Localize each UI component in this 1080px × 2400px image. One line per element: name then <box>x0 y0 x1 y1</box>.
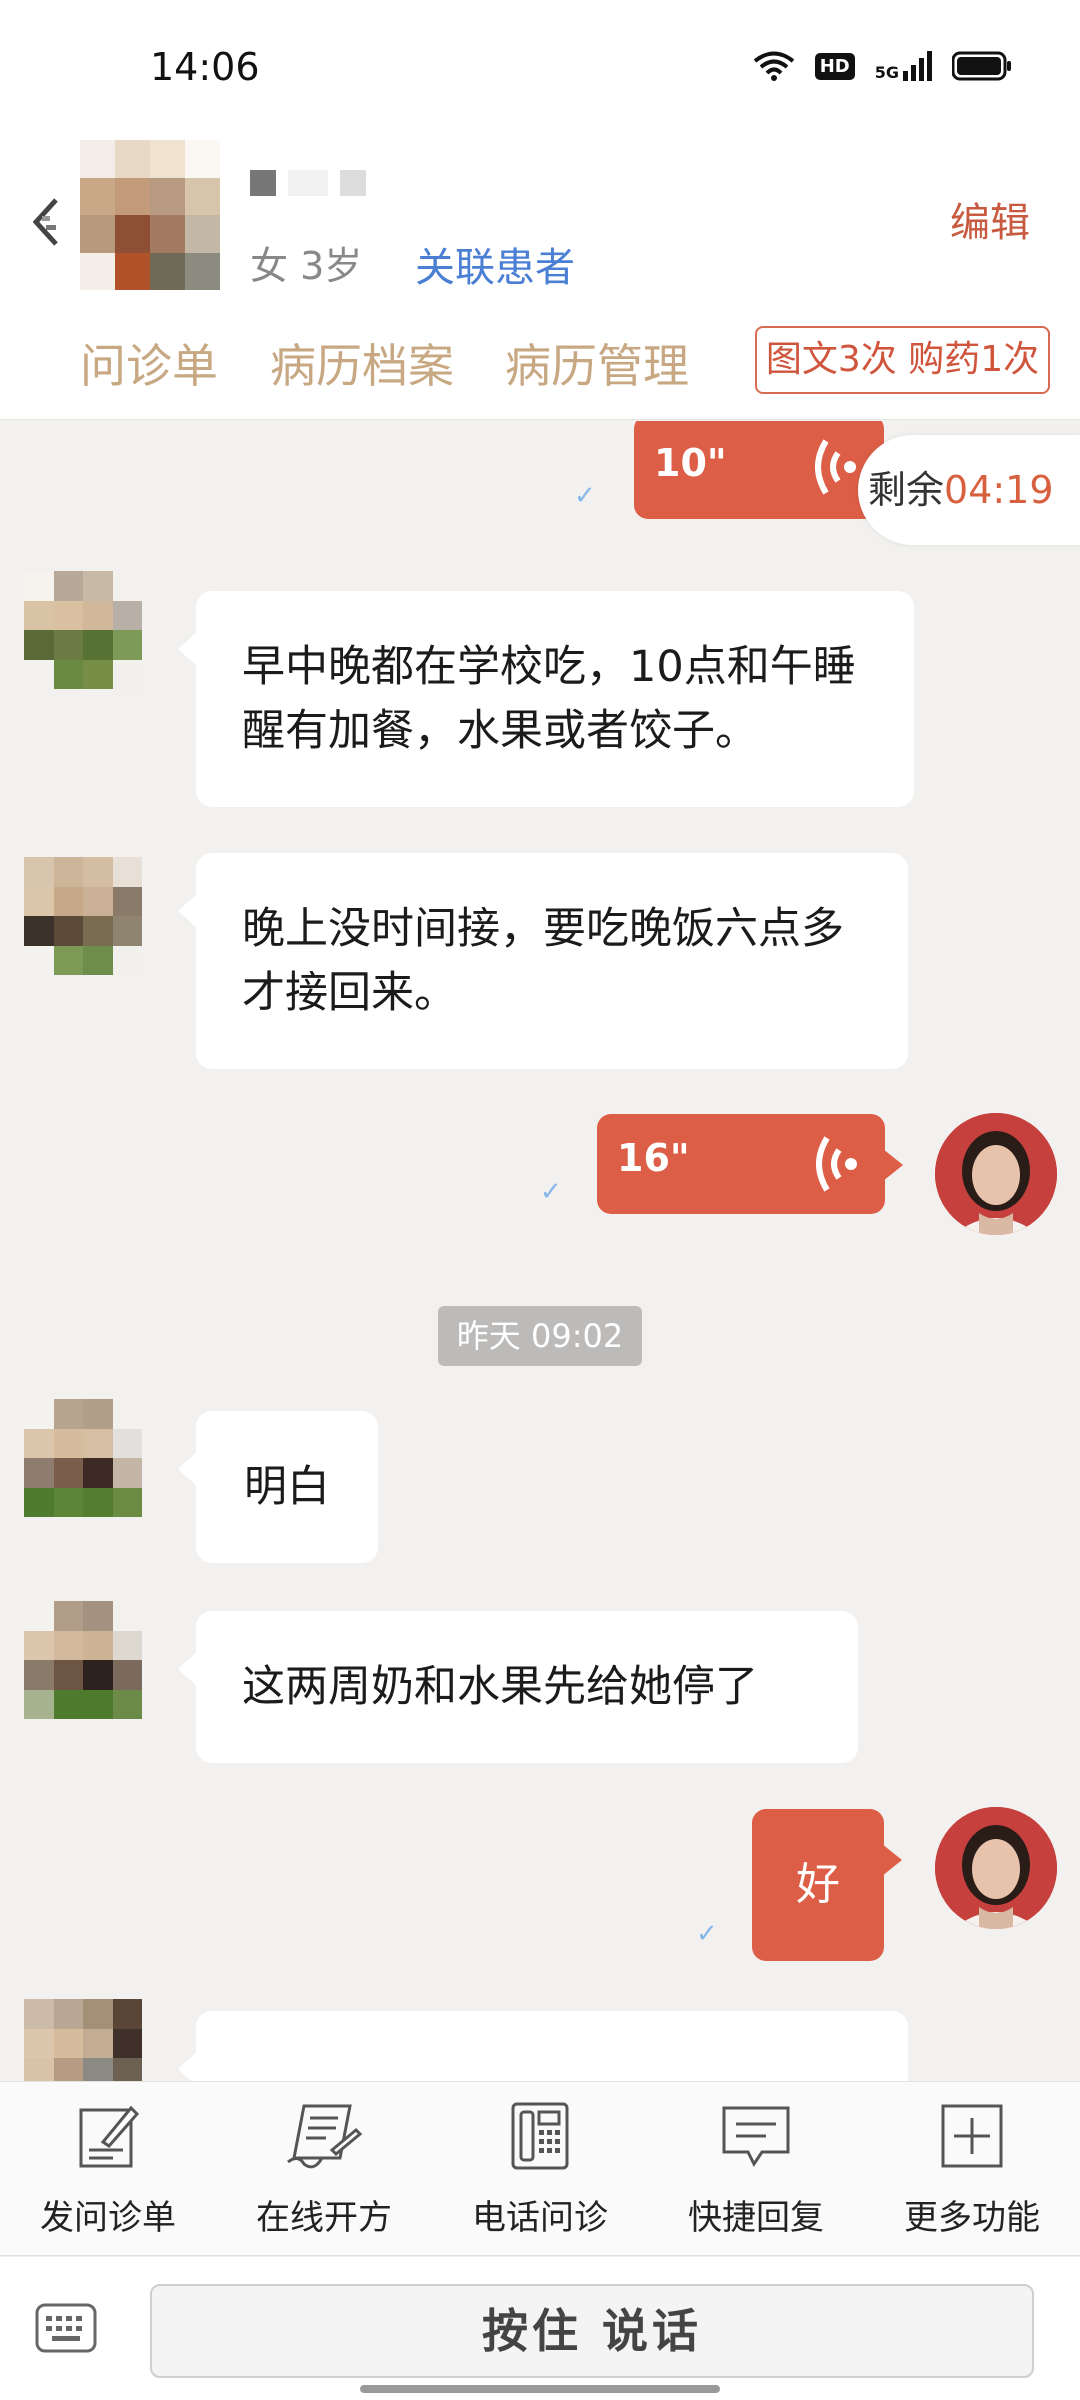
more-functions-button[interactable]: 更多功能 <box>864 2100 1080 2239</box>
remaining-time: 04:19 <box>944 468 1054 512</box>
quick-reply-icon <box>722 2106 790 2167</box>
read-check-icon: ✓ <box>540 1177 562 1207</box>
send-consult-form-button[interactable]: 发问诊单 <box>0 2100 216 2239</box>
link-patient-button[interactable]: 关联患者 <box>415 235 575 293</box>
remaining-label: 剩余 <box>868 468 945 512</box>
patient-message-bubble[interactable]: 早中晚都在学校吃，10点和午睡醒有加餐，水果或者饺子。 <box>178 591 914 807</box>
online-prescription-button[interactable]: 在线开方 <box>216 2100 432 2239</box>
patient-avatar[interactable] <box>80 140 220 290</box>
hold-to-talk-button[interactable]: 按住 说话 <box>150 2284 1034 2378</box>
input-bar: 按住 说话 <box>0 2257 1080 2400</box>
status-bar: 14:06 HD 5G <box>0 0 1080 130</box>
tab-medical-records[interactable]: 病历管理 <box>505 330 689 396</box>
network-type: 5G <box>874 63 899 82</box>
status-time: 14:06 <box>150 45 260 89</box>
doctor-message-text: 好 <box>796 1859 840 1910</box>
timestamp-divider: 昨天 09:02 <box>438 1306 642 1366</box>
read-check-icon: ✓ <box>696 1919 718 1949</box>
tab-consult-form[interactable]: 问诊单 <box>80 330 218 396</box>
tool-label: 更多功能 <box>904 2198 1040 2238</box>
remaining-time-pill: 剩余04:19 <box>858 435 1080 545</box>
form-pen-icon <box>79 2105 140 2168</box>
patient-name-blurred <box>250 170 366 196</box>
back-icon[interactable] <box>28 192 68 252</box>
keyboard-icon[interactable] <box>34 2302 98 2354</box>
service-quota-badge[interactable]: 图文3次 购药1次 <box>755 326 1050 394</box>
plus-box-icon <box>941 2104 1003 2168</box>
voice-wave-icon <box>815 439 856 495</box>
patient-message-avatar[interactable] <box>24 1601 142 1719</box>
battery-icon <box>952 51 1011 81</box>
tab-medical-archive[interactable]: 病历档案 <box>270 330 454 396</box>
signal-icon: 5G <box>875 51 932 81</box>
tool-label: 发问诊单 <box>40 2198 176 2238</box>
tool-label: 在线开方 <box>256 2198 392 2238</box>
quick-reply-button[interactable]: 快捷回复 <box>648 2100 864 2239</box>
patient-message-avatar[interactable] <box>24 571 142 689</box>
read-check-icon: ✓ <box>574 481 596 511</box>
tool-label: 电话问诊 <box>472 2198 608 2238</box>
wifi-icon <box>753 51 794 81</box>
doctor-avatar[interactable] <box>935 1113 1057 1235</box>
chat-header: 女 3岁 关联患者 编辑 问诊单 病历档案 病历管理 图文3次 购药1次 <box>0 130 1080 420</box>
voice-duration: 16" <box>617 1136 690 1180</box>
action-toolbar: 发问诊单 在线开方 电话问诊 快捷回复 更多功能 <box>0 2081 1080 2256</box>
phone-icon <box>511 2102 569 2170</box>
patient-message-bubble[interactable]: 这两周奶和水果先给她停了 <box>178 1611 858 1763</box>
patient-message-bubble[interactable]: 明白 <box>178 1411 378 1563</box>
chat-screen: 14:06 HD 5G 女 3岁 关联患者 编辑 问诊单 病历档案 病历管理 图… <box>0 0 1080 2400</box>
home-indicator[interactable] <box>360 2385 720 2393</box>
edit-button[interactable]: 编辑 <box>950 190 1030 248</box>
patient-message-bubble-partial[interactable] <box>178 2011 908 2081</box>
phone-consult-button[interactable]: 电话问诊 <box>432 2100 648 2239</box>
patient-message-bubble[interactable]: 晚上没时间接，要吃晚饭六点多才接回来。 <box>178 853 908 1069</box>
patient-gender-age: 女 3岁 <box>250 244 363 288</box>
prescription-icon <box>287 2104 363 2169</box>
tool-label: 快捷回复 <box>688 2198 824 2238</box>
hd-badge: HD <box>814 52 855 80</box>
voice-wave-icon <box>816 1136 857 1192</box>
message-list[interactable]: 10" ✓ 剩余04:19 早中晚都在学校吃，10点和午睡醒有加餐，水果或者饺子… <box>0 421 1080 2081</box>
voice-message-doctor[interactable]: 10" <box>634 421 902 519</box>
voice-duration: 10" <box>654 441 727 485</box>
patient-message-avatar[interactable] <box>24 857 142 975</box>
patient-message-avatar[interactable] <box>24 1399 142 1517</box>
doctor-avatar[interactable] <box>935 1807 1057 1929</box>
status-icons: HD 5G <box>753 50 1012 82</box>
patient-message-avatar[interactable] <box>24 1999 142 2081</box>
voice-message-doctor[interactable]: 16" <box>597 1114 903 1214</box>
doctor-message-bubble[interactable]: 好 <box>752 1809 902 1961</box>
